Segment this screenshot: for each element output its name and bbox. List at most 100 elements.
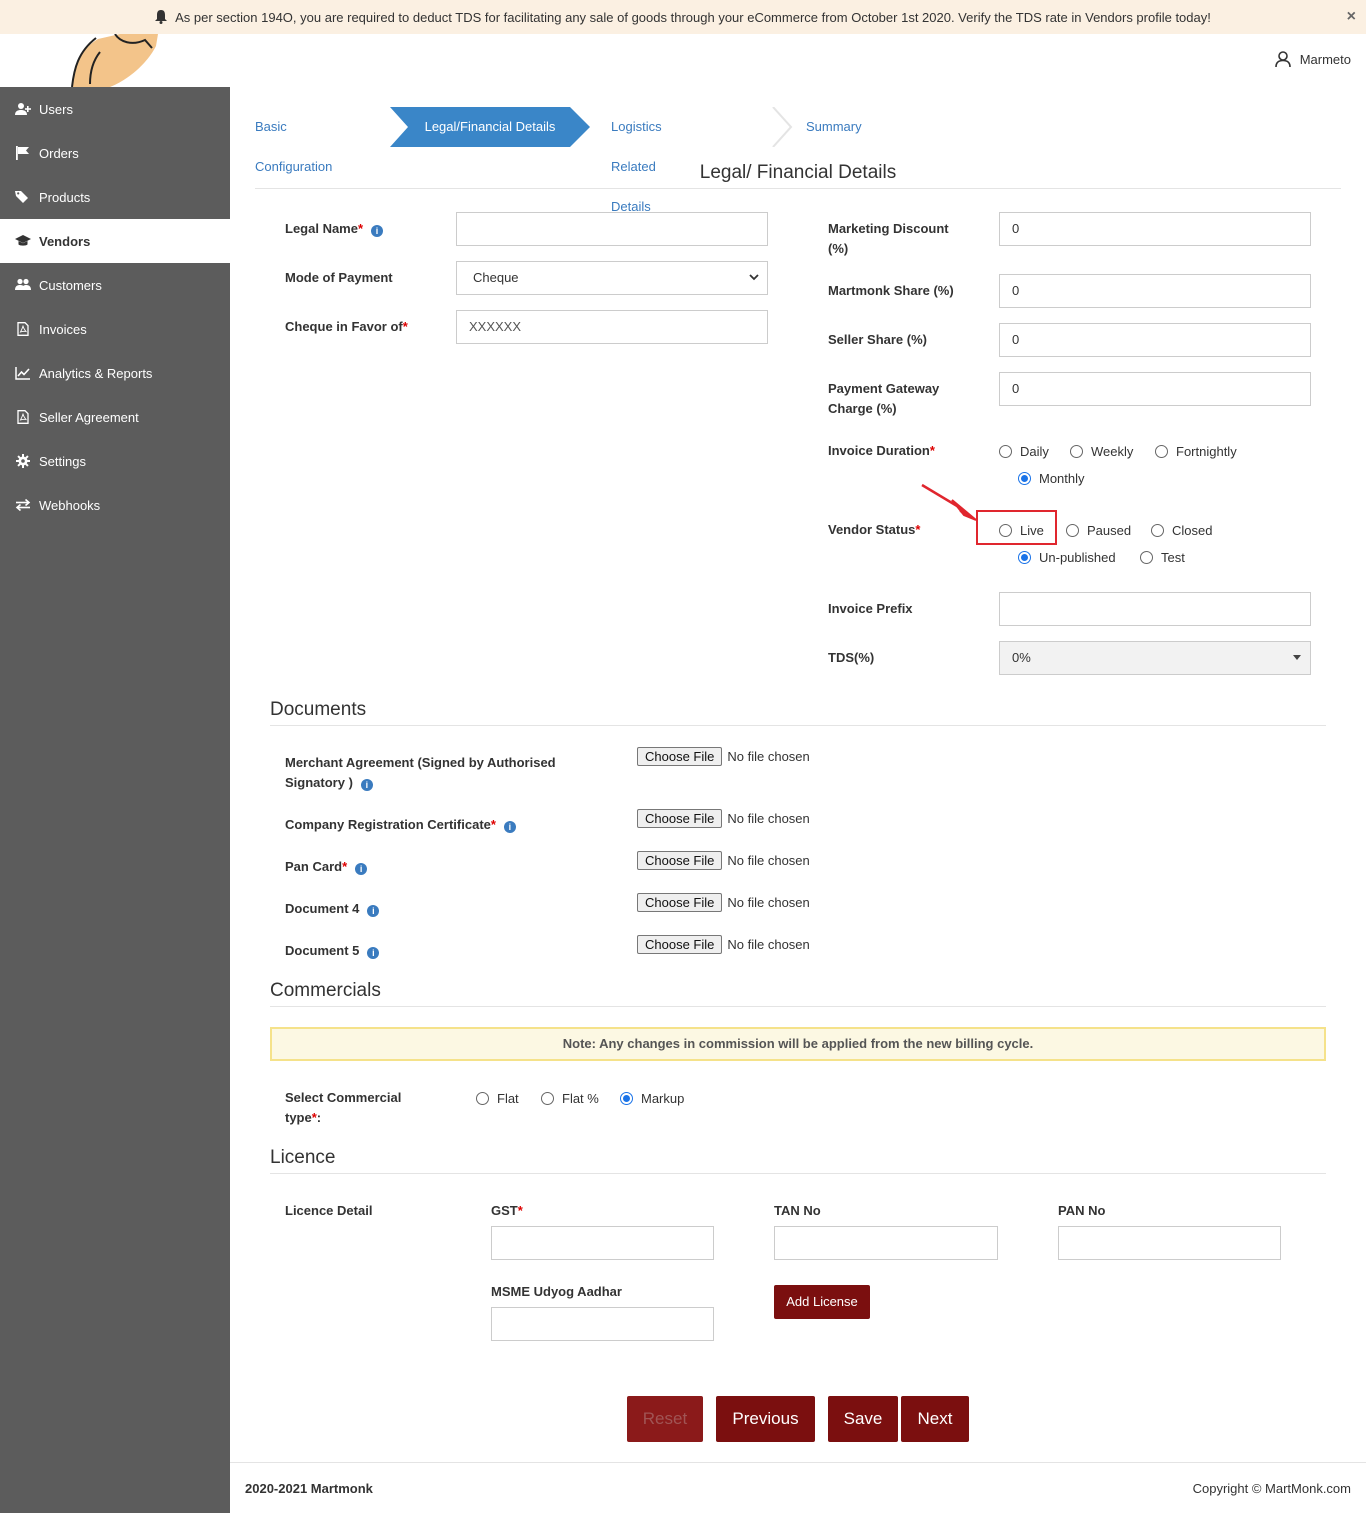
previous-button[interactable]: Previous [716,1396,815,1442]
radio-flat-percent[interactable]: Flat % [541,1091,599,1106]
sidebar-item-label: Analytics & Reports [39,365,153,381]
sidebar-item-analytics[interactable]: Analytics & Reports [0,351,230,395]
mode-of-payment-label: Mode of Payment [285,270,393,285]
info-icon[interactable]: i [371,225,384,237]
tan-input[interactable] [774,1226,998,1260]
document-5-file[interactable]: Choose File No file chosen [637,935,810,954]
top-bar: Marmeto [0,33,1366,88]
gst-input[interactable] [491,1226,714,1260]
commercial-type-label: Select Commercial type*: [285,1090,402,1125]
seller-share-label: Seller Share (%) [828,332,927,347]
radio-daily[interactable]: Daily [999,444,1049,459]
commission-note: Note: Any changes in commission will be … [270,1027,1326,1061]
tags-icon [15,190,31,204]
pan-input[interactable] [1058,1226,1281,1260]
save-button[interactable]: Save [828,1396,898,1442]
msme-input[interactable] [491,1307,714,1341]
section-title: Legal/ Financial Details [255,162,1341,189]
sidebar-item-users[interactable]: Users [0,87,230,131]
sidebar-item-label: Webhooks [39,497,101,513]
radio-closed[interactable]: Closed [1151,523,1212,538]
step-summary[interactable]: Summary [806,107,862,147]
payment-gateway-label: Payment Gateway Charge (%) [828,381,940,416]
sidebar-item-customers[interactable]: Customers [0,263,230,307]
info-icon[interactable]: i [355,863,368,875]
seller-share-input[interactable]: 0 [999,323,1311,357]
sidebar-item-vendors[interactable]: Vendors [0,219,230,263]
gst-label: GST* [491,1203,523,1218]
exchange-icon [15,498,31,512]
vendor-status-label: Vendor Status* [828,522,921,537]
choose-file-button[interactable]: Choose File [637,851,723,870]
radio-test[interactable]: Test [1140,550,1185,565]
choose-file-button[interactable]: Choose File [637,893,723,912]
radio-unpublished[interactable]: Un-published [1018,550,1116,565]
info-icon[interactable]: i [367,905,380,917]
user-menu[interactable]: Marmeto [1274,50,1351,68]
marketing-discount-label: Marketing Discount (%) [828,221,949,256]
footer-left: 2020-2021 Martmonk [245,1481,373,1496]
pan-card-file[interactable]: Choose File No file chosen [637,851,810,870]
mode-of-payment-select[interactable]: Cheque [456,261,768,295]
sidebar-item-invoices[interactable]: Invoices [0,307,230,351]
info-icon[interactable]: i [360,779,373,791]
radio-live[interactable]: Live [999,523,1044,538]
flag-icon [15,146,31,160]
radio-monthly[interactable]: Monthly [1018,471,1085,486]
line-chart-icon [15,366,31,380]
tds-label: TDS(%) [828,650,875,665]
sidebar-item-products[interactable]: Products [0,175,230,219]
martmonk-share-input[interactable]: 0 [999,274,1311,308]
sidebar-item-label: Customers [39,277,102,293]
merchant-agreement-file[interactable]: Choose File No file chosen [637,747,810,766]
step-label: Legal/Financial Details [424,119,556,134]
legal-name-input[interactable] [456,212,768,246]
sidebar-item-settings[interactable]: Settings [0,439,230,483]
pdf-file-icon [15,410,31,424]
radio-fortnightly[interactable]: Fortnightly [1155,444,1237,459]
choose-file-button[interactable]: Choose File [637,747,723,766]
pan-card-label: Pan Card* i [285,857,368,877]
radio-flat[interactable]: Flat [476,1091,519,1106]
merchant-agreement-label: Merchant Agreement (Signed by Authorised… [285,755,556,791]
tan-label: TAN No [774,1203,821,1218]
step-logistics[interactable]: Logistics Related Details [611,107,662,214]
tds-select[interactable]: 0% [999,641,1311,675]
sidebar-item-orders[interactable]: Orders [0,131,230,175]
chevron-down-icon [749,274,759,281]
licence-heading: Licence [270,1147,1326,1174]
choose-file-button[interactable]: Choose File [637,809,723,828]
company-registration-file[interactable]: Choose File No file chosen [637,809,810,828]
footer-right: Copyright © MartMonk.com [1192,1481,1351,1496]
invoice-prefix-input[interactable] [999,592,1311,626]
step-legal-financial[interactable]: Legal/Financial Details [390,107,590,147]
step-basic-configuration[interactable]: Basic Configuration [255,107,332,174]
info-icon[interactable]: i [503,821,516,833]
pdf-file-icon [15,322,31,336]
add-license-button[interactable]: Add License [774,1285,870,1319]
marketing-discount-input[interactable]: 0 [999,212,1311,246]
msme-label: MSME Udyog Aadhar [491,1284,622,1299]
sidebar-item-webhooks[interactable]: Webhooks [0,483,230,527]
reset-button[interactable]: Reset [627,1396,703,1442]
user-icon [1274,51,1291,68]
payment-gateway-input[interactable]: 0 [999,372,1311,406]
choose-file-button[interactable]: Choose File [637,935,723,954]
sidebar-item-seller-agreement[interactable]: Seller Agreement [0,395,230,439]
radio-paused[interactable]: Paused [1066,523,1131,538]
sidebar-item-label: Products [39,189,91,205]
cheque-in-favor-input[interactable]: XXXXXX [456,310,768,344]
radio-markup[interactable]: Markup [620,1091,684,1106]
info-icon[interactable]: i [367,947,380,959]
bell-icon [155,10,168,24]
next-button[interactable]: Next [901,1396,969,1442]
close-icon[interactable]: × [1347,8,1356,26]
legal-name-label: Legal Name* i [285,219,384,239]
main-content: Basic Configuration Legal/Financial Deta… [230,87,1366,1513]
document-4-file[interactable]: Choose File No file chosen [637,893,810,912]
radio-weekly[interactable]: Weekly [1070,444,1133,459]
invoice-duration-label: Invoice Duration* [828,443,935,458]
document-5-label: Document 5i [285,941,380,961]
cheque-in-favor-label: Cheque in Favor of* [285,319,408,334]
licence-detail-label: Licence Detail [285,1203,373,1218]
